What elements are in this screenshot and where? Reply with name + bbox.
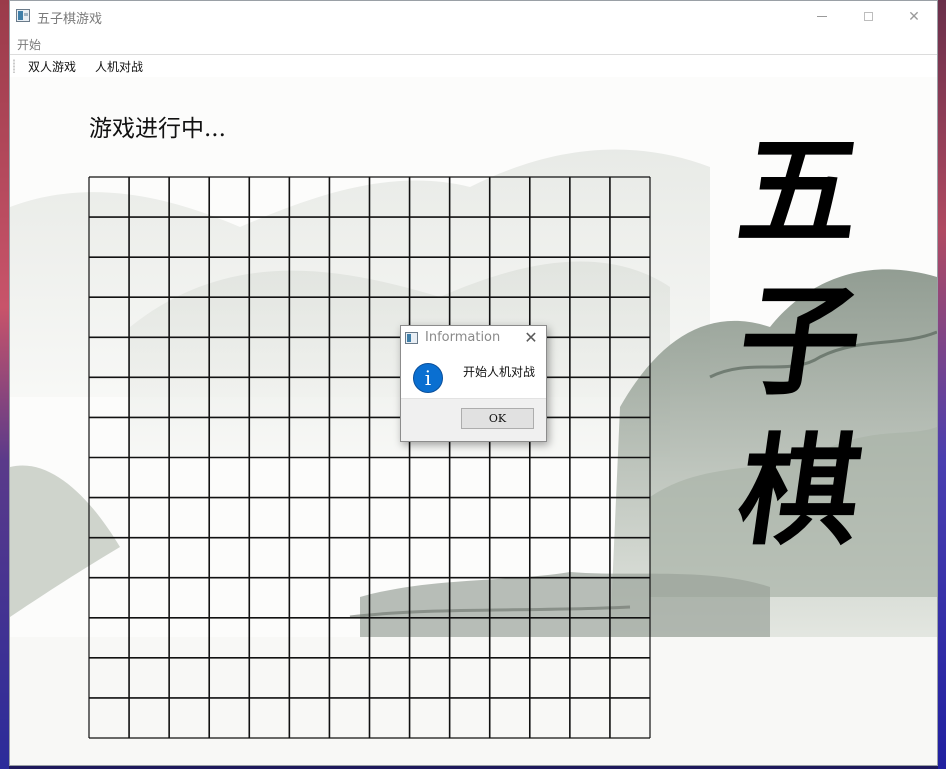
dialog-app-icon — [405, 332, 418, 344]
calligraphy-char-zi: 子 — [730, 271, 870, 412]
close-icon: ✕ — [908, 8, 920, 25]
menu-bar: 开始 — [10, 32, 937, 54]
gomoku-board[interactable] — [88, 176, 651, 739]
two-player-button[interactable]: 双人游戏 — [28, 58, 76, 75]
app-icon — [16, 9, 30, 22]
desktop-background-left — [0, 0, 9, 769]
vs-computer-button[interactable]: 人机对战 — [95, 58, 143, 75]
dialog-close-button[interactable]: ✕ — [522, 329, 540, 347]
minimize-icon — [817, 16, 827, 17]
maximize-icon — [863, 12, 873, 21]
information-dialog: Information ✕ i 开始人机对战 OK — [400, 325, 547, 442]
dialog-button-area: OK — [401, 398, 546, 441]
calligraphy-char-wu: 五 — [730, 121, 870, 262]
ok-button[interactable]: OK — [461, 408, 534, 429]
toolbar-grip-handle[interactable] — [13, 59, 15, 73]
title-bar[interactable]: 五子棋游戏 ✕ — [10, 1, 937, 32]
window-title: 五子棋游戏 — [37, 12, 103, 27]
dialog-title: Information — [425, 330, 501, 345]
maximize-button[interactable] — [845, 1, 891, 32]
desktop-background-right — [938, 0, 946, 769]
toolbar: 双人游戏 人机对战 — [10, 54, 937, 78]
calligraphy-char-qi: 棋 — [730, 421, 870, 562]
calligraphy-title: 五 子 棋 — [725, 117, 875, 567]
dialog-message: 开始人机对战 — [463, 365, 536, 379]
minimize-button[interactable] — [799, 1, 845, 32]
game-status-text: 游戏进行中... — [89, 116, 226, 142]
close-button[interactable]: ✕ — [891, 1, 937, 32]
menu-start[interactable]: 开始 — [17, 36, 41, 53]
information-icon: i — [413, 363, 443, 393]
close-icon: ✕ — [524, 328, 538, 347]
